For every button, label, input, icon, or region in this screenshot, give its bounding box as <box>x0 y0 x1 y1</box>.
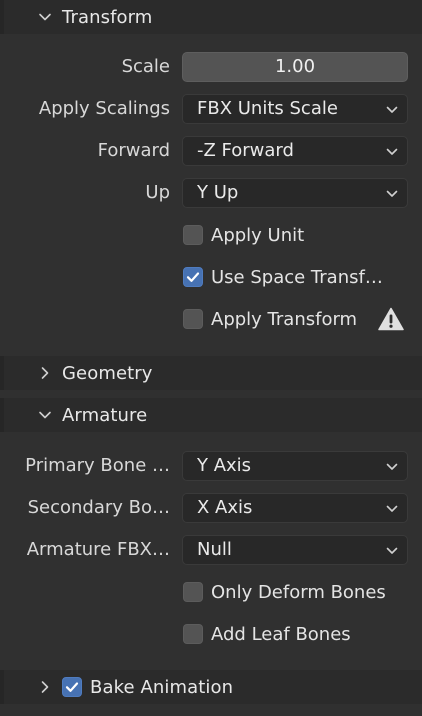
apply-unit-row: Apply Unit <box>4 220 422 254</box>
apply-unit-label: Apply Unit <box>211 224 305 246</box>
checkbox-checked[interactable] <box>183 267 203 287</box>
bake-animation-section-title: Bake Animation <box>90 676 234 698</box>
fbx-export-options-panel: Transform Scale 1.00 Apply Scalings FBX … <box>0 0 422 716</box>
checkbox-unchecked[interactable] <box>183 582 203 602</box>
primary-bone-dropdown[interactable]: Y Axis <box>182 451 408 481</box>
armature-fbx-row: Armature FBX… Null <box>4 535 422 569</box>
secondary-bone-row: Secondary Bo… X Axis <box>4 493 422 527</box>
add-leaf-bones-checkbox[interactable]: Add Leaf Bones <box>182 619 351 649</box>
apply-scalings-row: Apply Scalings FBX Units Scale <box>4 94 422 128</box>
apply-transform-checkbox[interactable]: Apply Transform <box>182 304 357 334</box>
scale-row: Scale 1.00 <box>4 52 422 86</box>
armature-section-title: Armature <box>62 404 148 426</box>
geometry-section-title: Geometry <box>62 362 153 384</box>
armature-fbx-value: Null <box>197 539 232 560</box>
secondary-bone-label: Secondary Bo… <box>27 497 170 518</box>
transform-section-title: Transform <box>62 6 153 28</box>
only-deform-bones-checkbox[interactable]: Only Deform Bones <box>182 577 386 607</box>
primary-bone-value: Y Axis <box>197 455 252 476</box>
apply-scalings-label: Apply Scalings <box>38 98 170 119</box>
forward-label: Forward <box>97 140 170 161</box>
use-space-transform-checkbox[interactable]: Use Space Transf… <box>182 262 383 292</box>
apply-scalings-dropdown[interactable]: FBX Units Scale <box>182 94 408 124</box>
armature-fbx-dropdown[interactable]: Null <box>182 535 408 565</box>
secondary-bone-dropdown[interactable]: X Axis <box>182 493 408 523</box>
forward-value: -Z Forward <box>197 140 294 161</box>
primary-bone-label: Primary Bone … <box>25 455 170 476</box>
up-row: Up Y Up <box>4 178 422 212</box>
chevron-right-icon <box>38 680 52 694</box>
checkmark-icon <box>186 272 200 282</box>
chevron-down-icon <box>386 547 398 554</box>
apply-transform-row: Apply Transform <box>4 304 422 338</box>
secondary-bone-value: X Axis <box>197 497 253 518</box>
scale-label: Scale <box>121 56 170 77</box>
apply-unit-checkbox[interactable]: Apply Unit <box>182 220 304 250</box>
chevron-down-icon <box>386 505 398 512</box>
chevron-down-icon <box>386 190 398 197</box>
use-space-transform-row: Use Space Transf… <box>4 262 422 296</box>
apply-transform-label: Apply Transform <box>211 308 358 330</box>
only-deform-bones-row: Only Deform Bones <box>4 577 422 611</box>
armature-section-body: Primary Bone … Y Axis Secondary Bo… X Ax… <box>4 434 422 666</box>
up-label: Up <box>145 182 170 203</box>
up-value: Y Up <box>197 182 239 203</box>
checkbox-unchecked[interactable] <box>183 225 203 245</box>
geometry-section-header[interactable]: Geometry <box>0 356 422 390</box>
add-leaf-bones-label: Add Leaf Bones <box>211 623 351 645</box>
checkbox-unchecked[interactable] <box>183 624 203 644</box>
armature-section-header[interactable]: Armature <box>0 398 422 432</box>
scale-field[interactable]: 1.00 <box>182 52 408 82</box>
checkbox-unchecked[interactable] <box>183 309 203 329</box>
checkmark-icon <box>65 682 79 692</box>
transform-section-header[interactable]: Transform <box>0 0 422 34</box>
chevron-down-icon <box>38 408 52 422</box>
add-leaf-bones-row: Add Leaf Bones <box>4 619 422 653</box>
primary-bone-row: Primary Bone … Y Axis <box>4 451 422 485</box>
apply-scalings-value: FBX Units Scale <box>197 98 338 119</box>
chevron-down-icon <box>386 148 398 155</box>
chevron-down-icon <box>386 463 398 470</box>
transform-section-body: Scale 1.00 Apply Scalings FBX Units Scal… <box>4 34 422 352</box>
only-deform-bones-label: Only Deform Bones <box>211 581 386 603</box>
chevron-down-icon <box>38 10 52 24</box>
armature-fbx-label: Armature FBX… <box>26 539 170 560</box>
chevron-down-icon <box>386 106 398 113</box>
bake-animation-checkbox[interactable] <box>62 677 82 697</box>
up-dropdown[interactable]: Y Up <box>182 178 408 208</box>
warning-icon <box>378 307 404 331</box>
forward-row: Forward -Z Forward <box>4 136 422 170</box>
chevron-right-icon <box>38 366 52 380</box>
use-space-transform-label: Use Space Transf… <box>211 266 383 288</box>
bake-animation-section-header[interactable]: Bake Animation <box>0 670 422 704</box>
forward-dropdown[interactable]: -Z Forward <box>182 136 408 166</box>
